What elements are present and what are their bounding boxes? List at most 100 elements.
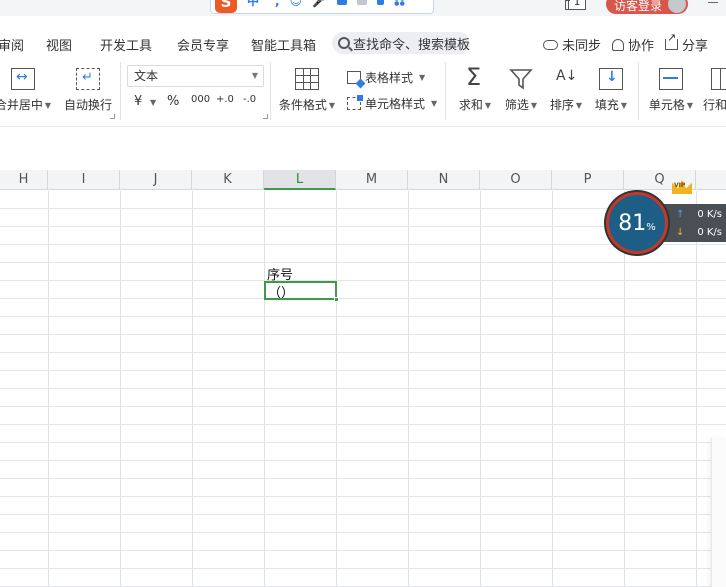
ime-clipboard-icon[interactable] [377, 0, 385, 5]
memory-percent: 81 [618, 210, 647, 236]
ime-skin-icon[interactable] [357, 0, 368, 5]
table-style-button[interactable]: 表格样式 ▼ [347, 69, 425, 86]
ime-toolbar: S 中 °, ☺ 🎤 [210, 0, 434, 14]
chevron-down-icon[interactable]: ▼ [150, 98, 156, 107]
unsync-button[interactable]: 未同步 [543, 35, 601, 54]
number-format-value: 文本 [134, 69, 159, 83]
column-header-n[interactable]: N [408, 170, 480, 190]
row-column-icon [711, 68, 726, 90]
download-rate: ↓ 0 K/s [676, 227, 726, 238]
sort-button[interactable]: 排序▼ [548, 68, 584, 113]
chevron-down-icon: ▼ [251, 71, 258, 80]
cell-label: 单元格 [648, 98, 685, 112]
speed-monitor-widget[interactable]: VIP 81% ↑ 0 K/s ↓ 0 K/s [606, 180, 726, 254]
ime-voice-icon[interactable]: 🎤 [312, 0, 327, 8]
cloud-icon [543, 39, 558, 50]
fill-handle[interactable] [334, 297, 339, 302]
wrap-text-button[interactable]: 自动换行 [62, 68, 114, 113]
filter-button[interactable]: 筛选 ▼ [503, 68, 539, 113]
collab-button[interactable]: 协作 [612, 35, 654, 54]
column-header-j[interactable]: J [120, 170, 192, 190]
command-search-input[interactable]: 查找命令、搜索模板 [332, 32, 470, 54]
guest-login-button[interactable]: 访客登录 [606, 0, 688, 14]
currency-format-button[interactable]: ¥ [134, 94, 142, 109]
sogou-logo-icon[interactable]: S [215, 0, 237, 13]
chevron-down-icon[interactable]: ▼ [419, 73, 425, 82]
tab-review[interactable]: 审阅 [0, 35, 24, 54]
ime-punctuation[interactable]: °, [269, 0, 280, 8]
ime-emoji-icon[interactable]: ☺ [290, 0, 303, 8]
row-col-button[interactable]: 行和 [703, 68, 726, 113]
column-header-m[interactable]: M [336, 170, 408, 190]
column-header-l[interactable]: L [264, 170, 336, 190]
chevron-down-icon[interactable]: ▼ [687, 101, 693, 110]
table-style-icon [347, 71, 361, 84]
title-bar: S 中 °, ☺ 🎤 1 访客登录 [0, 0, 726, 16]
column-header-o[interactable]: O [480, 170, 552, 190]
sigma-icon [463, 63, 487, 91]
cell-button[interactable]: 单元格 ▼ [648, 68, 694, 113]
cell-icon [659, 68, 683, 90]
percent-format-button[interactable]: % [167, 94, 179, 109]
ime-toolbox-icon[interactable] [394, 0, 406, 6]
tab-developer[interactable]: 开发工具 [100, 35, 152, 54]
collab-label: 协作 [628, 39, 655, 54]
chevron-down-icon[interactable]: ▼ [431, 99, 437, 108]
number-format-select[interactable]: 文本 ▼ [127, 65, 264, 87]
upload-rate-value: 0 K/s [697, 209, 722, 220]
wrap-text-label: 自动换行 [63, 98, 112, 112]
increase-decimal-button[interactable]: +.0 [216, 94, 234, 105]
filter-label: 筛选 [504, 98, 529, 112]
ribbon-separator [638, 62, 639, 120]
column-header-h[interactable]: H [0, 170, 48, 190]
alignment-dialog-launcher-icon[interactable] [110, 114, 115, 119]
chevron-down-icon[interactable]: ▼ [329, 101, 335, 110]
sort-icon [554, 68, 578, 90]
share-button[interactable]: 分享 [665, 31, 709, 54]
number-dialog-launcher-icon[interactable] [263, 114, 268, 119]
chevron-down-icon[interactable]: ▼ [621, 101, 627, 110]
chevron-down-icon[interactable]: ▼ [485, 101, 491, 110]
fill-button[interactable]: 填充▼ [593, 68, 629, 113]
ribbon-separator [120, 62, 121, 120]
ribbon-toolbar: 合并居中▼ 自动换行 文本 ▼ ¥ ▼ % 000 +.0 -.0 条件格式▼ … [0, 56, 726, 126]
conditional-format-icon [295, 68, 319, 90]
download-arrow-icon: ↓ [676, 227, 685, 238]
fill-down-icon [599, 68, 623, 90]
chevron-down-icon[interactable]: ▼ [531, 101, 537, 110]
column-header-row: H I J K L M N O P Q [0, 170, 726, 190]
tab-view[interactable]: 视图 [46, 35, 72, 54]
share-label: 分享 [682, 39, 709, 54]
chevron-down-icon[interactable]: ▼ [576, 101, 582, 110]
filter-icon [509, 68, 533, 90]
conditional-format-button[interactable]: 条件格式 ▼ [277, 68, 337, 113]
merge-cells-icon [11, 68, 35, 90]
column-header-i[interactable]: I [48, 170, 120, 190]
tab-member[interactable]: 会员专享 [177, 35, 229, 54]
tab-smart-toolbox[interactable]: 智能工具箱 [251, 35, 316, 54]
window-count-badge[interactable]: 1 [565, 0, 586, 10]
merge-center-button[interactable]: 合并居中▼ [0, 68, 52, 113]
cell-style-button[interactable]: 单元格样式 ▼ [347, 95, 437, 112]
sum-button[interactable]: 求和▼ [457, 63, 493, 113]
ime-mode-chinese[interactable]: 中 [247, 0, 259, 9]
table-style-label: 表格样式 [365, 71, 414, 85]
share-icon [665, 31, 678, 50]
chevron-down-icon[interactable]: ▼ [45, 101, 51, 110]
formula-bar[interactable] [0, 126, 726, 162]
selected-cell-outline[interactable] [264, 281, 337, 300]
guest-login-label: 访客登录 [614, 0, 663, 13]
cell-style-icon [347, 95, 363, 110]
decrease-decimal-button[interactable]: -.0 [243, 94, 256, 105]
avatar-icon [668, 0, 686, 13]
sum-label: 求和 [458, 98, 483, 112]
fill-label: 填充 [594, 98, 619, 112]
minimize-icon[interactable] [708, 2, 718, 3]
column-header-p[interactable]: P [552, 170, 624, 190]
thousands-separator-button[interactable]: 000 [191, 94, 210, 105]
memory-usage-gauge[interactable]: 81% [606, 192, 668, 254]
ime-keyboard-icon[interactable] [337, 0, 348, 5]
column-header-k[interactable]: K [192, 170, 264, 190]
side-panel-edge[interactable] [711, 438, 726, 587]
vip-badge: VIP [674, 182, 686, 189]
